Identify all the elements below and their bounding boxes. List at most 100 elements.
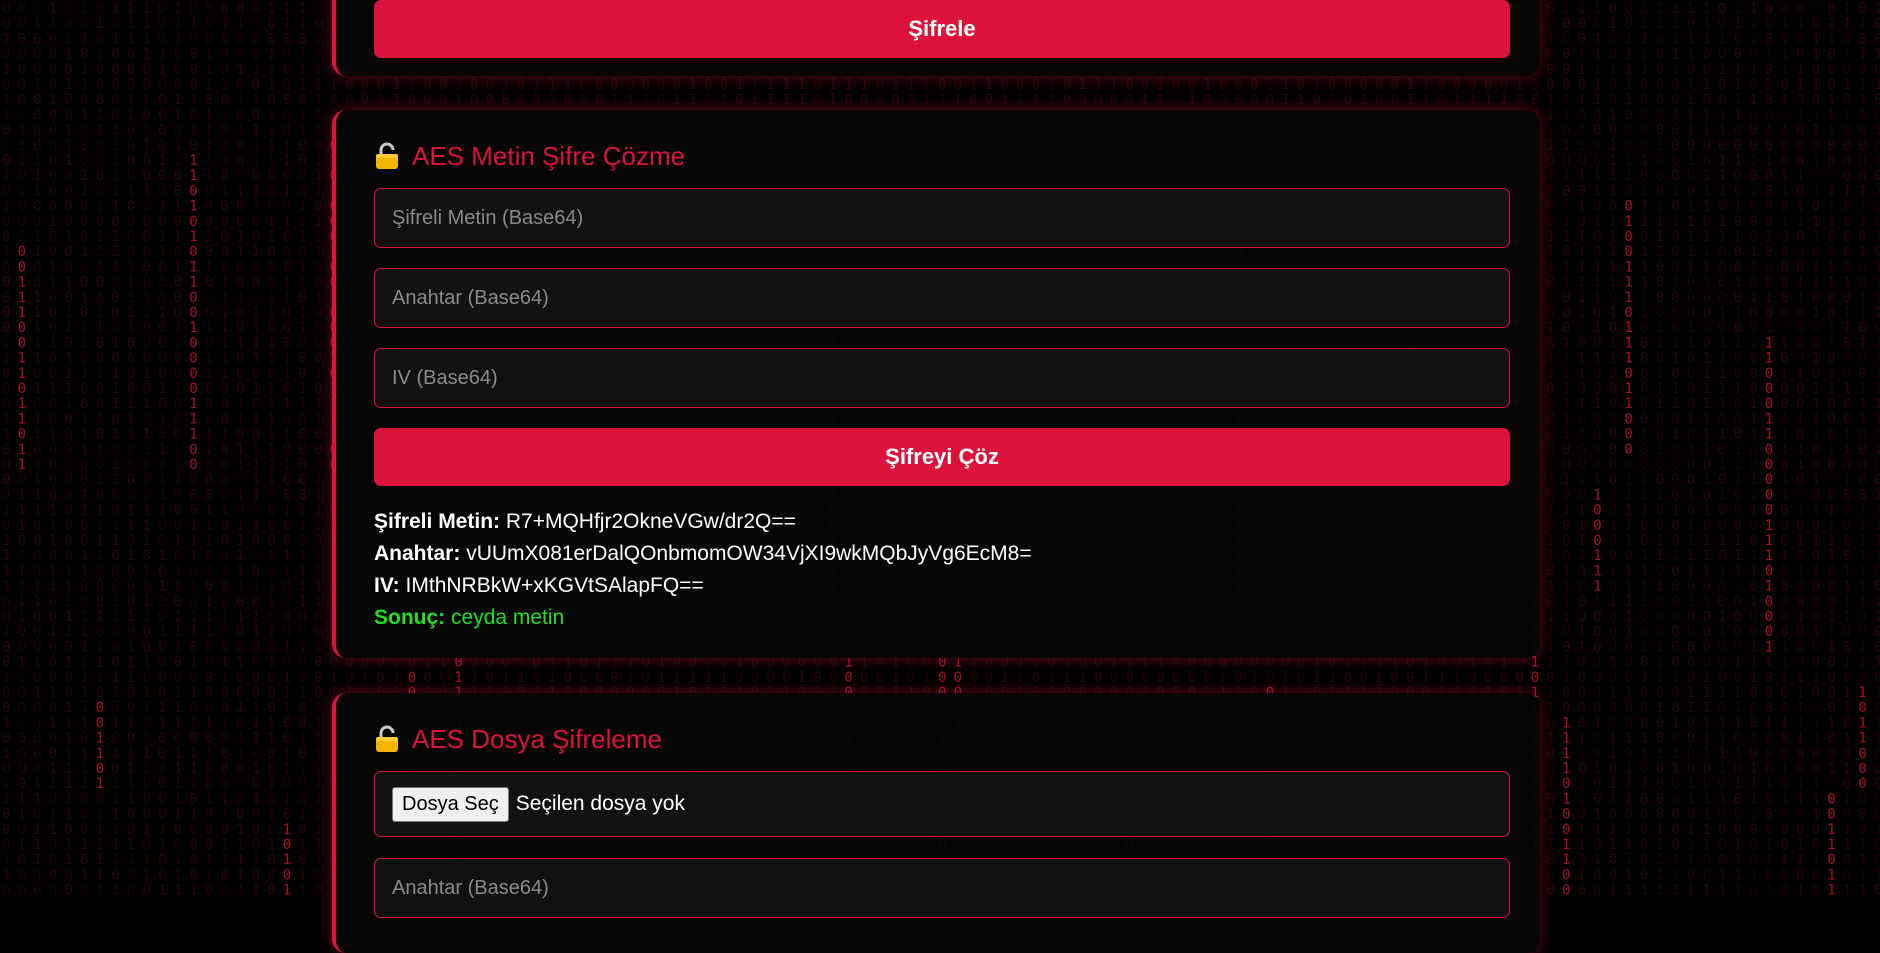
svg-text:1: 1 bbox=[96, 244, 104, 260]
svg-text:1: 1 bbox=[111, 335, 119, 351]
svg-text:0: 0 bbox=[111, 351, 119, 367]
encrypt-button[interactable]: Şifrele bbox=[374, 0, 1510, 58]
svg-text:0: 0 bbox=[1203, 670, 1211, 686]
file-key-input[interactable] bbox=[374, 858, 1510, 918]
svg-text:0: 0 bbox=[80, 229, 88, 245]
svg-text:1: 1 bbox=[298, 867, 306, 883]
svg-text:1: 1 bbox=[174, 852, 182, 868]
svg-text:0: 0 bbox=[174, 411, 182, 427]
svg-text:0: 0 bbox=[142, 335, 150, 351]
svg-text:1: 1 bbox=[205, 366, 213, 382]
svg-text:0: 0 bbox=[283, 731, 291, 747]
svg-text:0: 0 bbox=[2, 320, 10, 336]
svg-text:0: 0 bbox=[220, 518, 228, 534]
svg-text:1: 1 bbox=[127, 259, 135, 275]
svg-text:1: 1 bbox=[298, 305, 306, 321]
decrypt-button[interactable]: Şifreyi Çöz bbox=[374, 428, 1510, 486]
svg-text:1: 1 bbox=[158, 579, 166, 595]
svg-text:0: 0 bbox=[1016, 77, 1024, 93]
svg-text:0: 0 bbox=[189, 487, 197, 503]
svg-text:0: 0 bbox=[220, 624, 228, 640]
svg-text:0: 0 bbox=[657, 77, 665, 93]
svg-text:0: 0 bbox=[158, 867, 166, 883]
svg-text:1: 1 bbox=[80, 715, 88, 731]
svg-text:0: 0 bbox=[111, 214, 119, 230]
choose-file-button[interactable]: Dosya Seç bbox=[392, 786, 509, 822]
svg-text:1: 1 bbox=[189, 229, 197, 245]
svg-text:1: 1 bbox=[236, 229, 244, 245]
svg-text:1: 1 bbox=[189, 715, 197, 731]
svg-text:0: 0 bbox=[127, 883, 135, 896]
svg-text:0: 0 bbox=[267, 533, 275, 549]
svg-text:0: 0 bbox=[236, 594, 244, 610]
svg-text:0: 0 bbox=[189, 442, 197, 458]
svg-text:1: 1 bbox=[1078, 77, 1086, 93]
svg-text:0: 0 bbox=[80, 518, 88, 534]
svg-text:1: 1 bbox=[142, 31, 150, 47]
decrypt-title: AES Metin Şifre Çözme bbox=[374, 142, 685, 170]
svg-text:0: 0 bbox=[18, 776, 26, 792]
svg-text:0: 0 bbox=[111, 275, 119, 291]
svg-text:0: 0 bbox=[96, 31, 104, 47]
svg-text:0: 0 bbox=[49, 138, 57, 154]
svg-text:0: 0 bbox=[283, 837, 291, 853]
svg-text:1: 1 bbox=[532, 670, 540, 686]
svg-text:1: 1 bbox=[127, 852, 135, 868]
svg-text:1: 1 bbox=[283, 852, 291, 868]
svg-text:0: 0 bbox=[80, 381, 88, 397]
svg-text:0: 0 bbox=[205, 183, 213, 199]
svg-text:0: 0 bbox=[142, 579, 150, 595]
svg-text:0: 0 bbox=[486, 92, 494, 108]
svg-text:0: 0 bbox=[439, 670, 447, 686]
svg-text:1: 1 bbox=[298, 837, 306, 853]
svg-text:0: 0 bbox=[49, 305, 57, 321]
svg-text:0: 0 bbox=[220, 47, 228, 63]
svg-text:1: 1 bbox=[298, 47, 306, 63]
svg-text:1: 1 bbox=[80, 837, 88, 853]
svg-text:1: 1 bbox=[205, 563, 213, 579]
svg-text:0: 0 bbox=[174, 214, 182, 230]
svg-text:1: 1 bbox=[798, 670, 806, 686]
svg-text:1: 1 bbox=[142, 366, 150, 382]
svg-text:0: 0 bbox=[610, 77, 618, 93]
svg-text:1: 1 bbox=[236, 123, 244, 139]
svg-text:1: 1 bbox=[314, 396, 322, 412]
ciphertext-input[interactable] bbox=[374, 188, 1510, 248]
svg-text:1: 1 bbox=[2, 746, 10, 762]
svg-text:0: 0 bbox=[236, 1, 244, 17]
svg-text:0: 0 bbox=[298, 92, 306, 108]
svg-text:0: 0 bbox=[267, 867, 275, 883]
svg-text:1: 1 bbox=[283, 548, 291, 564]
svg-text:0: 0 bbox=[267, 183, 275, 199]
svg-text:1: 1 bbox=[158, 487, 166, 503]
svg-text:0: 0 bbox=[2, 609, 10, 625]
key-input[interactable] bbox=[374, 268, 1510, 328]
svg-text:0: 0 bbox=[64, 214, 72, 230]
svg-text:1: 1 bbox=[111, 381, 119, 397]
svg-text:1: 1 bbox=[220, 791, 228, 807]
svg-text:1: 1 bbox=[236, 290, 244, 306]
svg-text:0: 0 bbox=[142, 411, 150, 427]
svg-text:1: 1 bbox=[18, 503, 26, 519]
svg-text:0: 0 bbox=[158, 518, 166, 534]
svg-text:1: 1 bbox=[236, 731, 244, 747]
svg-text:1: 1 bbox=[236, 837, 244, 853]
svg-text:1: 1 bbox=[127, 92, 135, 108]
svg-text:1: 1 bbox=[2, 244, 10, 260]
svg-text:0: 0 bbox=[267, 16, 275, 32]
iv-input[interactable] bbox=[374, 348, 1510, 408]
svg-text:0: 0 bbox=[298, 624, 306, 640]
svg-text:1: 1 bbox=[80, 746, 88, 762]
svg-text:0: 0 bbox=[49, 867, 57, 883]
svg-text:0: 0 bbox=[142, 290, 150, 306]
svg-text:0: 0 bbox=[2, 123, 10, 139]
svg-text:1: 1 bbox=[610, 92, 618, 108]
svg-text:0: 0 bbox=[189, 351, 197, 367]
svg-text:1: 1 bbox=[314, 594, 322, 610]
svg-text:1: 1 bbox=[18, 366, 26, 382]
svg-text:0: 0 bbox=[985, 670, 993, 686]
svg-text:0: 0 bbox=[1234, 92, 1242, 108]
svg-text:0: 0 bbox=[189, 594, 197, 610]
svg-text:0: 0 bbox=[80, 214, 88, 230]
svg-text:1: 1 bbox=[189, 123, 197, 139]
